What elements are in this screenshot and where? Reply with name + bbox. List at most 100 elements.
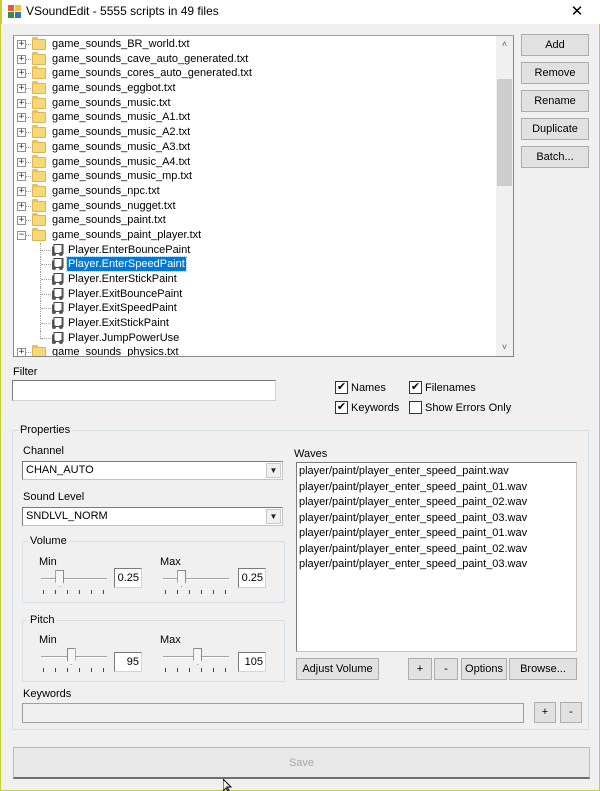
scroll-up-arrow-icon[interactable]: ˄ xyxy=(496,36,513,53)
expand-icon[interactable]: + xyxy=(17,157,26,167)
keywords-input[interactable] xyxy=(22,703,524,723)
slider-tick xyxy=(91,590,92,594)
add-wave-button[interactable]: + xyxy=(408,658,432,680)
tree-file-row[interactable]: + game_sounds_music_A4.txt xyxy=(14,154,498,170)
expand-icon[interactable]: + xyxy=(17,172,26,182)
tree-file-row[interactable]: + game_sounds_eggbot.txt xyxy=(14,81,498,96)
pitch-max-input[interactable]: 105 xyxy=(238,652,266,672)
volume-min-slider[interactable] xyxy=(41,570,107,600)
wave-list-item[interactable]: player/paint/player_enter_speed_paint_02… xyxy=(299,543,527,555)
slider-thumb[interactable] xyxy=(177,570,187,587)
dropdown-arrow-icon[interactable]: ▼ xyxy=(266,463,281,478)
duplicate-button[interactable]: Duplicate xyxy=(521,118,589,140)
tree-script-row[interactable]: Player.EnterStickPaint xyxy=(14,272,498,287)
tree-file-row[interactable]: + game_sounds_cave_auto_generated.txt xyxy=(14,51,498,67)
tree-file-row[interactable]: + game_sounds_music_A2.txt xyxy=(14,125,498,140)
volume-min-input[interactable]: 0.25 xyxy=(114,568,142,588)
tree-connector xyxy=(41,337,51,339)
tree-script-row[interactable]: Player.EnterSpeedPaint xyxy=(14,256,498,273)
tree-file-label: game_sounds_music_A1.txt xyxy=(52,111,191,124)
add-button[interactable]: Add xyxy=(521,34,589,56)
names-checkbox[interactable]: ✔ xyxy=(335,381,348,394)
tree-vertical-scrollbar[interactable]: ˄ ˅ xyxy=(496,36,513,356)
tree-file-row[interactable]: + game_sounds_cores_auto_generated.txt xyxy=(14,66,498,81)
pitch-min-input[interactable]: 95 xyxy=(114,652,142,672)
tree-script-row[interactable]: Player.JumpPowerUse xyxy=(14,330,498,346)
expand-icon[interactable]: + xyxy=(17,201,26,211)
remove-keyword-button[interactable]: - xyxy=(560,702,582,723)
tree-file-row[interactable]: − game_sounds_paint_player.txt xyxy=(14,227,498,243)
close-button[interactable]: ✕ xyxy=(554,0,600,24)
expand-icon[interactable]: + xyxy=(17,40,26,49)
expand-icon[interactable]: + xyxy=(17,348,26,356)
expand-icon[interactable]: + xyxy=(17,84,26,94)
slider-tick xyxy=(201,668,202,672)
tree-script-row[interactable]: Player.EnterBouncePaint xyxy=(14,242,498,258)
scrollbar-thumb[interactable] xyxy=(497,79,512,186)
tree-file-row[interactable]: + game_sounds_music_A3.txt xyxy=(14,139,498,155)
volume-max-slider[interactable] xyxy=(163,570,229,600)
slider-ticks xyxy=(165,590,227,594)
pitch-min-slider[interactable] xyxy=(41,648,107,678)
tree-file-row[interactable]: + game_sounds_music.txt xyxy=(14,95,498,111)
collapse-icon[interactable]: − xyxy=(17,230,26,240)
slider-tick xyxy=(177,668,178,672)
filter-input[interactable] xyxy=(12,380,276,401)
remove-wave-button[interactable]: - xyxy=(434,658,458,680)
waves-list[interactable]: player/paint/player_enter_speed_paint.wa… xyxy=(296,462,577,652)
channel-dropdown[interactable]: CHAN_AUTO ▼ xyxy=(22,461,283,480)
tree-file-row[interactable]: + game_sounds_nugget.txt xyxy=(14,198,498,214)
batch-button[interactable]: Batch... xyxy=(521,146,589,168)
wave-list-item[interactable]: player/paint/player_enter_speed_paint.wa… xyxy=(299,465,509,477)
expand-icon[interactable]: + xyxy=(17,216,26,226)
expand-icon[interactable]: + xyxy=(17,69,26,79)
tree-file-label: game_sounds_music_A4.txt xyxy=(52,155,191,168)
tree-file-row[interactable]: + game_sounds_BR_world.txt xyxy=(14,37,498,52)
keywords-checkbox[interactable]: ✔ xyxy=(335,401,348,414)
tree-script-label: Player.JumpPowerUse xyxy=(68,331,180,344)
wave-list-item[interactable]: player/paint/player_enter_speed_paint_01… xyxy=(299,481,527,493)
adjust-volume-button[interactable]: Adjust Volume xyxy=(296,658,379,680)
filenames-checkbox[interactable]: ✔ xyxy=(409,381,422,394)
expand-icon[interactable]: + xyxy=(17,128,26,138)
pitch-max-slider[interactable] xyxy=(163,648,229,678)
remove-button[interactable]: Remove xyxy=(521,62,589,84)
expand-icon[interactable]: + xyxy=(17,186,26,196)
slider-thumb[interactable] xyxy=(55,570,65,587)
wave-list-item[interactable]: player/paint/player_enter_speed_paint_03… xyxy=(299,558,527,570)
tree-file-row[interactable]: + game_sounds_physics.txt xyxy=(14,345,498,356)
tree-file-row[interactable]: + game_sounds_paint.txt xyxy=(14,213,498,228)
add-keyword-button[interactable]: + xyxy=(534,702,556,723)
sound-level-dropdown[interactable]: SNDLVL_NORM ▼ xyxy=(22,507,283,526)
slider-tick xyxy=(79,668,80,672)
wave-list-item[interactable]: player/paint/player_enter_speed_paint_01… xyxy=(299,527,527,539)
tree-script-row[interactable]: Player.ExitBouncePaint xyxy=(14,286,498,302)
dropdown-arrow-icon[interactable]: ▼ xyxy=(266,509,281,524)
scroll-down-arrow-icon[interactable]: ˅ xyxy=(496,339,513,356)
tree-file-row[interactable]: + game_sounds_npc.txt xyxy=(14,183,498,199)
tree-connector xyxy=(41,293,51,295)
tree-file-row[interactable]: + game_sounds_music_mp.txt xyxy=(14,169,498,184)
browse-button[interactable]: Browse... xyxy=(509,658,577,680)
expand-icon[interactable]: + xyxy=(17,98,26,108)
show-errors-only-checkbox[interactable] xyxy=(409,401,422,414)
rename-button[interactable]: Rename xyxy=(521,90,589,112)
wave-list-item[interactable]: player/paint/player_enter_speed_paint_02… xyxy=(299,496,527,508)
tree-script-row[interactable]: Player.ExitStickPaint xyxy=(14,316,498,331)
slider-track xyxy=(163,578,229,580)
save-button[interactable]: Save xyxy=(13,747,590,779)
tree-script-row[interactable]: Player.ExitSpeedPaint xyxy=(14,301,498,317)
slider-thumb[interactable] xyxy=(66,648,76,665)
expand-icon[interactable]: + xyxy=(17,54,26,64)
expand-icon[interactable]: + xyxy=(17,142,26,152)
expand-icon[interactable]: + xyxy=(17,113,26,123)
slider-ticks xyxy=(43,668,105,672)
slider-thumb[interactable] xyxy=(193,648,203,665)
options-button[interactable]: Options xyxy=(461,658,507,680)
wave-list-item[interactable]: player/paint/player_enter_speed_paint_03… xyxy=(299,512,527,524)
volume-max-input[interactable]: 0.25 xyxy=(238,568,266,588)
slider-tick xyxy=(201,590,202,594)
tree-file-row[interactable]: + game_sounds_music_A1.txt xyxy=(14,110,498,125)
folder-icon xyxy=(32,198,46,212)
script-tree[interactable]: + game_sounds_BR_world.txt + game_sounds_ca… xyxy=(13,35,514,357)
